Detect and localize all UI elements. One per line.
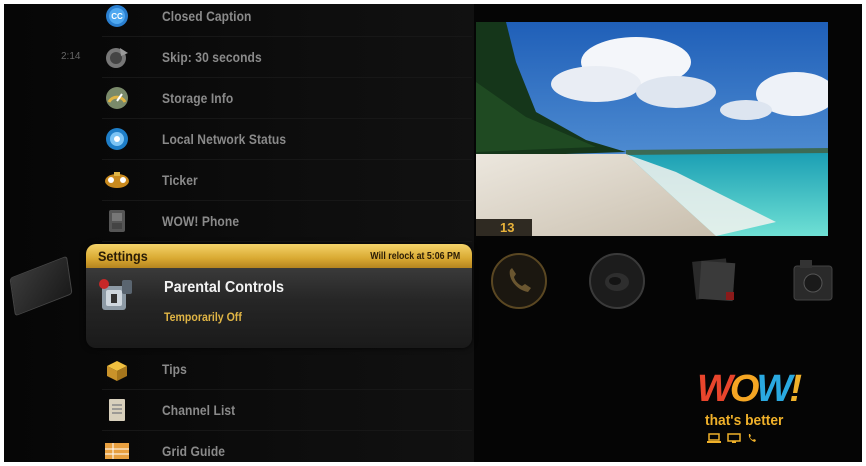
- svg-text:CC: CC: [111, 12, 123, 21]
- menu-item-label: Tips: [162, 361, 187, 377]
- media-app-icon[interactable]: [784, 252, 842, 310]
- phone-icon: [102, 206, 132, 236]
- tv-screen: 2:14 CC Closed Caption Skip: 30 seconds …: [4, 4, 862, 462]
- menu-item-label: Closed Caption: [162, 8, 252, 24]
- photos-app-icon[interactable]: [686, 252, 744, 310]
- laptop-icon: [707, 433, 721, 443]
- tv-icon: [727, 433, 741, 443]
- menu-item-label: Skip: 30 seconds: [162, 49, 262, 65]
- relock-notice: Will relock at 5:06 PM: [370, 250, 460, 262]
- clock: 2:14: [61, 51, 81, 62]
- parental-controls-status: Temporarily Off: [164, 310, 242, 324]
- parental-controls-label: Parental Controls: [164, 279, 285, 296]
- closed-caption-icon: CC: [102, 4, 132, 31]
- wow-logo-text: WOW!: [697, 368, 802, 410]
- menu-item-wow-phone[interactable]: WOW! Phone: [102, 201, 472, 242]
- tips-box-icon: [102, 354, 132, 384]
- network-globe-icon: [102, 124, 132, 154]
- settings-title: Settings: [98, 248, 148, 264]
- brand-tagline: that's better: [705, 412, 784, 429]
- menu-item-label: Channel List: [162, 402, 236, 418]
- menu-item-label: WOW! Phone: [162, 213, 240, 229]
- skip-icon: [102, 42, 132, 72]
- device-icons: [707, 433, 827, 443]
- ticker-icon: [102, 165, 132, 195]
- menu-item-ticker[interactable]: Ticker: [102, 160, 472, 201]
- menu-item-tips[interactable]: Tips: [102, 349, 472, 390]
- menu-item-label: Ticker: [162, 172, 198, 188]
- channel-list-icon: [102, 395, 132, 425]
- parental-controls-icon: [98, 276, 134, 316]
- settings-card[interactable]: Settings Will relock at 5:06 PM Parental…: [86, 244, 472, 348]
- menu-item-storage-info[interactable]: Storage Info: [102, 78, 472, 119]
- beach-scene-image: [476, 22, 828, 236]
- grid-guide-icon: [102, 436, 132, 462]
- menu-item-local-network[interactable]: Local Network Status: [102, 119, 472, 160]
- settings-card-header: Settings Will relock at 5:06 PM: [86, 244, 472, 268]
- phone-app-icon[interactable]: [490, 252, 548, 310]
- music-app-icon[interactable]: [588, 252, 646, 310]
- wow-brand-logo: WOW! that's better: [697, 370, 827, 443]
- menu-item-closed-caption[interactable]: CC Closed Caption: [102, 4, 472, 37]
- live-tv-preview[interactable]: [476, 22, 828, 236]
- menu-item-label: Storage Info: [162, 90, 234, 106]
- menu-item-label: Local Network Status: [162, 131, 287, 147]
- channel-number: 13: [476, 219, 532, 236]
- parental-controls-item[interactable]: Parental Controls Temporarily Off: [86, 268, 472, 348]
- menu-item-skip[interactable]: Skip: 30 seconds: [102, 37, 472, 78]
- menu-item-channel-list[interactable]: Channel List: [102, 390, 472, 431]
- storage-gauge-icon: [102, 83, 132, 113]
- menu-item-label: Grid Guide: [162, 443, 226, 459]
- menu-item-grid-guide[interactable]: Grid Guide: [102, 431, 472, 462]
- phone-handset-icon: [748, 434, 756, 442]
